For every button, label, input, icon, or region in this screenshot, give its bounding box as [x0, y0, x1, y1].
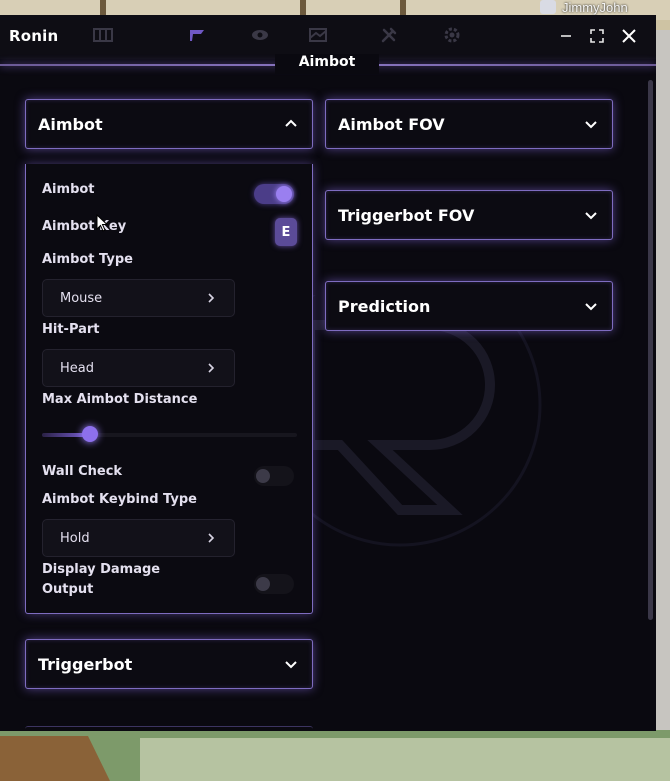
- scene-floor-path: [140, 738, 670, 781]
- chevron-right-icon: [208, 533, 215, 543]
- scrollbar-thumb[interactable]: [648, 80, 653, 620]
- section-triggerbot-title: Triggerbot: [38, 654, 133, 674]
- section-triggerbot-header[interactable]: Triggerbot: [25, 639, 313, 689]
- chevron-down-icon: [285, 661, 297, 669]
- keybind-type-value: Hold: [60, 530, 90, 546]
- close-button[interactable]: [619, 26, 639, 46]
- minimize-button[interactable]: [556, 26, 576, 46]
- chevron-down-icon: [585, 303, 597, 311]
- next-section-edge: [25, 726, 313, 731]
- option-hit-part-label: Hit-Part: [42, 322, 100, 337]
- aimbot-type-dropdown[interactable]: Mouse: [42, 279, 235, 317]
- option-keybind-type-label: Aimbot Keybind Type: [42, 492, 197, 507]
- ronin-window: Ronin Aimbot Aimbot Aimbot Aimbot Key E …: [0, 15, 656, 731]
- section-prediction-title: Prediction: [338, 296, 431, 316]
- aimbot-key-button[interactable]: E: [275, 218, 297, 246]
- title-bar[interactable]: Ronin: [0, 15, 656, 59]
- player-name: JimmyJohn: [562, 0, 628, 15]
- option-aimbot-type-label: Aimbot Type: [42, 252, 133, 267]
- page-title: Aimbot: [275, 54, 379, 74]
- section-aimbot-fov-header[interactable]: Aimbot FOV: [325, 99, 613, 149]
- toggle-knob: [276, 186, 292, 202]
- section-triggerbot-fov-title: Triggerbot FOV: [338, 205, 475, 225]
- close-icon: [622, 29, 636, 43]
- tab-visuals[interactable]: [245, 23, 275, 47]
- gear-icon: [444, 27, 460, 43]
- section-prediction-header[interactable]: Prediction: [325, 281, 613, 331]
- tab-world[interactable]: [303, 23, 333, 47]
- hit-part-dropdown[interactable]: Head: [42, 349, 235, 387]
- option-display-damage-label-line1: Display Damage: [42, 562, 161, 577]
- aimbot-toggle[interactable]: [254, 184, 294, 204]
- slider-handle[interactable]: [82, 426, 99, 442]
- wall-check-toggle[interactable]: [254, 466, 294, 486]
- aimbot-type-value: Mouse: [60, 290, 103, 306]
- option-aimbot-key-label: Aimbot Key: [42, 219, 127, 234]
- eye-icon: [252, 30, 268, 40]
- flag-icon: [190, 30, 204, 41]
- tab-flag[interactable]: [182, 23, 212, 47]
- maximize-button[interactable]: [587, 26, 607, 46]
- chevron-up-icon: [285, 119, 297, 127]
- option-display-damage-label-line2: Output: [42, 582, 94, 597]
- player-tag: JimmyJohn: [540, 0, 628, 15]
- option-wall-check-label: Wall Check: [42, 464, 123, 479]
- tab-misc[interactable]: [374, 23, 404, 47]
- toggle-knob: [256, 577, 270, 591]
- section-aimbot-header[interactable]: Aimbot: [25, 99, 313, 149]
- section-triggerbot-fov-header[interactable]: Triggerbot FOV: [325, 190, 613, 240]
- chevron-right-icon: [208, 363, 215, 373]
- tab-settings[interactable]: [437, 23, 467, 47]
- section-aimbot-fov-title: Aimbot FOV: [338, 114, 445, 134]
- tools-icon: [381, 27, 397, 43]
- keybind-type-dropdown[interactable]: Hold: [42, 519, 235, 557]
- app-title: Ronin: [9, 27, 59, 45]
- option-max-distance-label: Max Aimbot Distance: [42, 392, 198, 407]
- mouse-cursor-icon: [96, 214, 108, 232]
- display-damage-toggle[interactable]: [254, 574, 294, 594]
- player-avatar: [540, 0, 556, 14]
- max-distance-slider[interactable]: [42, 426, 297, 442]
- option-aimbot-label: Aimbot: [42, 182, 95, 197]
- section-aimbot-title: Aimbot: [38, 114, 103, 134]
- chevron-down-icon: [585, 212, 597, 220]
- tab-grid[interactable]: [88, 23, 118, 47]
- toggle-knob: [256, 469, 270, 483]
- chevron-down-icon: [585, 121, 597, 129]
- scene-wall-edge: [656, 30, 670, 730]
- chevron-right-icon: [208, 293, 215, 303]
- world-icon: [309, 28, 327, 42]
- section-aimbot-body: Aimbot Aimbot Key E Aimbot Type Mouse Hi…: [25, 164, 313, 614]
- grid-icon: [93, 28, 113, 42]
- maximize-icon: [590, 29, 604, 43]
- hit-part-value: Head: [60, 360, 94, 376]
- minimize-icon: [561, 35, 571, 37]
